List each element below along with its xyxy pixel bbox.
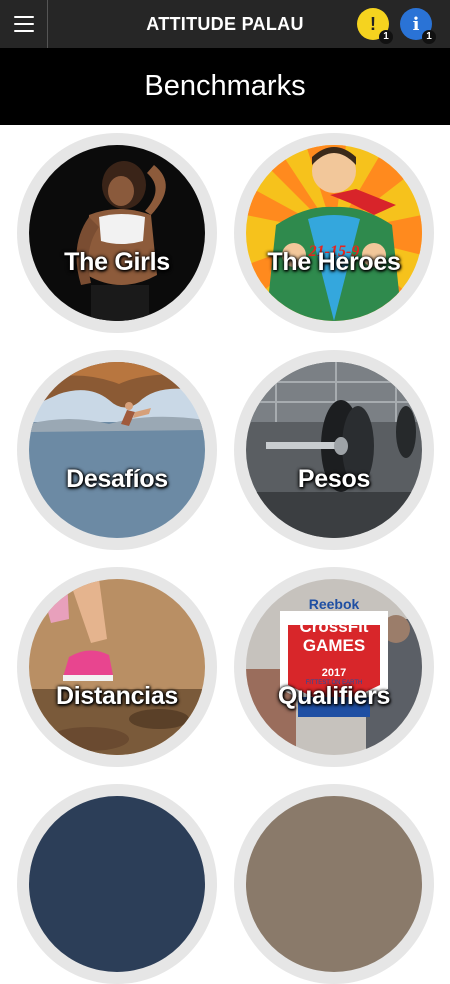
tile-partial-right[interactable] bbox=[234, 784, 434, 984]
desafios-image bbox=[29, 362, 205, 538]
tile-label: Pesos bbox=[297, 465, 371, 493]
crossfit-games-logo: Reebok CrossFit GAMES 2017 FITTEST ON EA… bbox=[246, 597, 422, 687]
tile-the-heroes[interactable]: 21-15-9 The Heroes bbox=[234, 133, 434, 333]
page-title: Benchmarks bbox=[144, 70, 306, 102]
tile-partial-left[interactable] bbox=[17, 784, 217, 984]
the-heroes-image: 21-15-9 bbox=[246, 145, 422, 321]
tile-partial-right-image bbox=[246, 796, 422, 972]
the-girls-image bbox=[29, 145, 205, 321]
pesos-image bbox=[246, 362, 422, 538]
logo-line2: GAMES bbox=[302, 636, 366, 655]
app-bar: ATTITUDE PALAU ! 1 i 1 bbox=[0, 0, 450, 48]
info-icon: i bbox=[412, 13, 420, 35]
logo-brand: Reebok bbox=[308, 596, 360, 612]
tile-label: The Heroes bbox=[267, 248, 401, 276]
tile-qualifiers[interactable]: Reebok CrossFit GAMES 2017 FITTEST ON EA… bbox=[234, 567, 434, 767]
exclamation-icon: ! bbox=[370, 13, 376, 34]
tile-label: Distancias bbox=[55, 682, 179, 710]
alert-count-badge: 1 bbox=[379, 30, 393, 44]
logo-year: 2017 bbox=[321, 667, 347, 679]
tile-label: Desafíos bbox=[66, 465, 168, 493]
logo-line1: CrossFit bbox=[299, 617, 369, 636]
info-count-badge: 1 bbox=[422, 30, 436, 44]
qualifiers-image: Reebok CrossFit GAMES 2017 FITTEST ON EA… bbox=[246, 579, 422, 755]
hamburger-menu-icon bbox=[14, 16, 34, 32]
benchmark-grid: The Girls 21-15-9 The Heroes Desafíos Pe… bbox=[0, 125, 450, 984]
tile-the-girls[interactable]: The Girls bbox=[17, 133, 217, 333]
page-header: Benchmarks bbox=[0, 48, 450, 125]
tile-partial-left-image bbox=[29, 796, 205, 972]
tile-label: Qualifiers bbox=[277, 682, 391, 710]
tile-desafios[interactable]: Desafíos bbox=[17, 350, 217, 550]
tile-label: The Girls bbox=[64, 248, 170, 276]
menu-button[interactable] bbox=[0, 0, 48, 48]
alert-notifications-button[interactable]: ! 1 bbox=[357, 8, 393, 44]
distancias-image bbox=[29, 579, 205, 755]
info-button[interactable]: i 1 bbox=[400, 8, 436, 44]
tile-pesos[interactable]: Pesos bbox=[234, 350, 434, 550]
tile-distancias[interactable]: Distancias bbox=[17, 567, 217, 767]
